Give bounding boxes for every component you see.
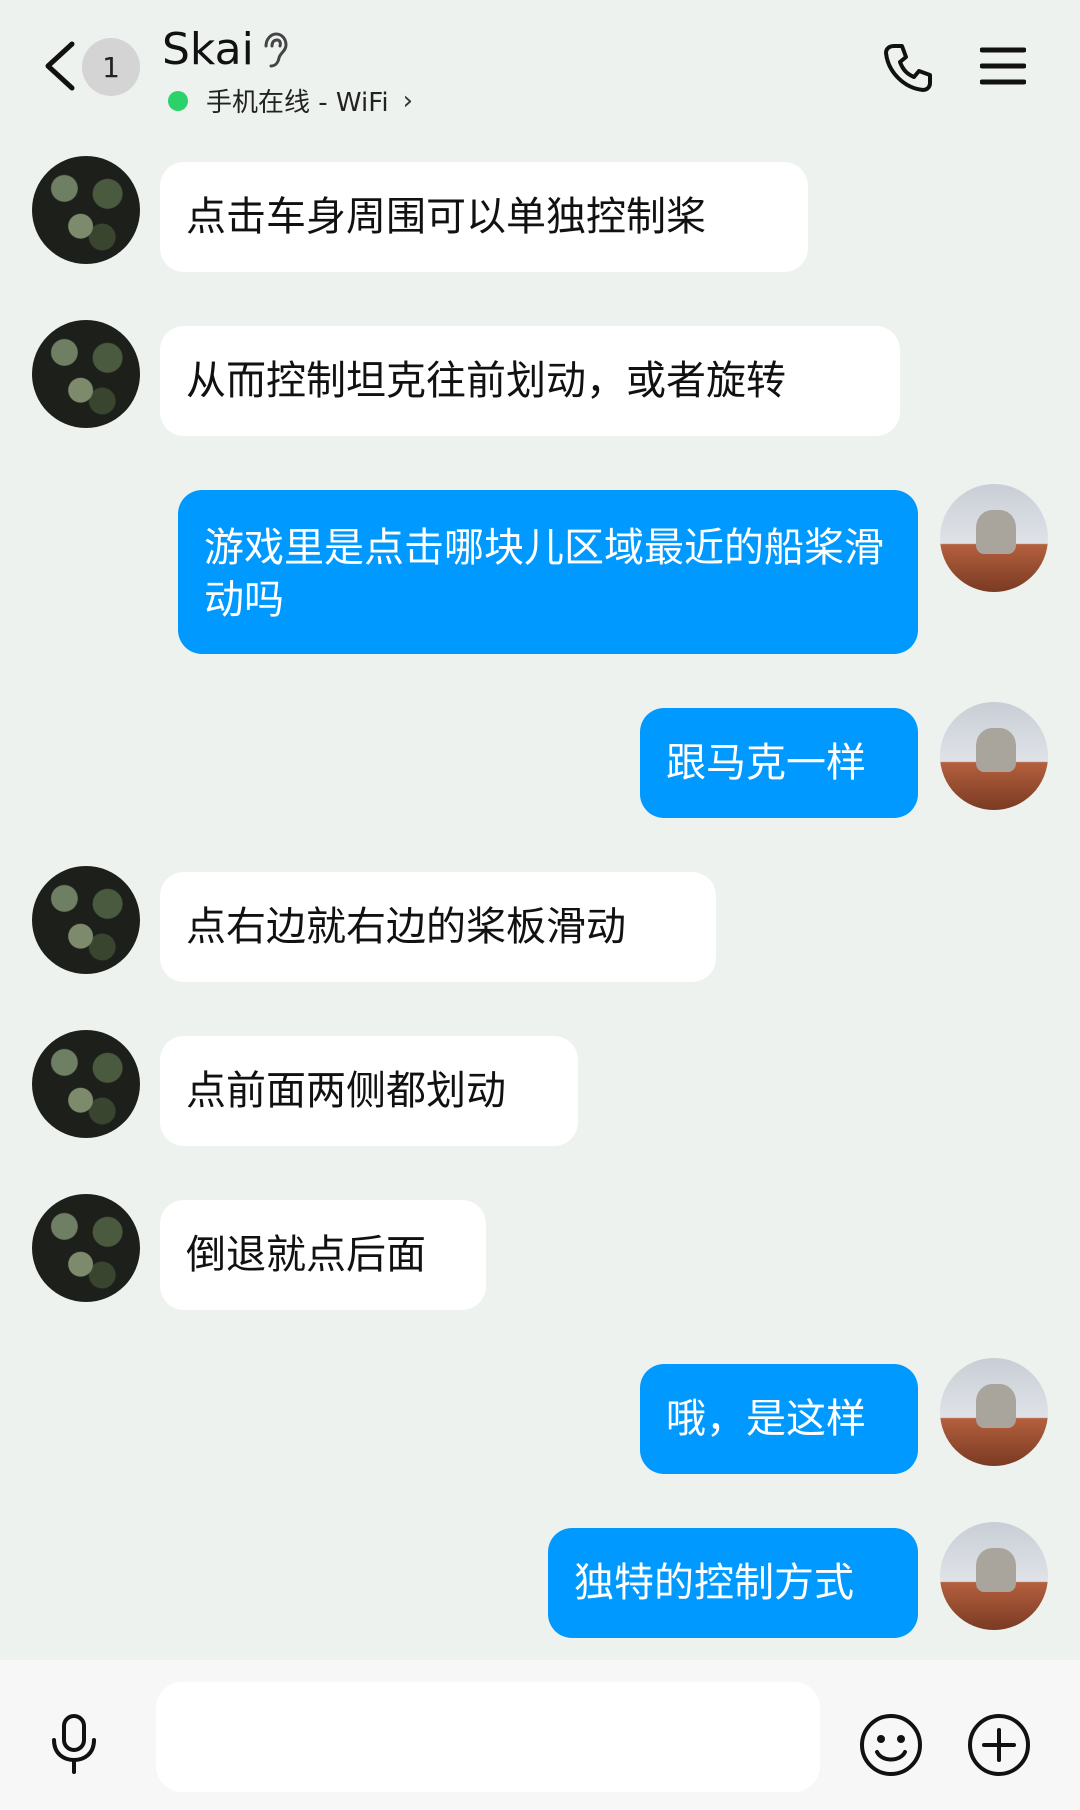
my-avatar[interactable] — [940, 484, 1048, 592]
my-avatar[interactable] — [940, 1522, 1048, 1630]
microphone-icon[interactable] — [48, 1712, 100, 1776]
message-list[interactable]: 点击车身周围可以单独控制桨 从而控制坦克往前划动，或者旋转 游戏里是点击哪块儿区… — [0, 0, 1080, 1660]
my-avatar[interactable] — [940, 1358, 1048, 1466]
message-bubble[interactable]: 点右边就右边的桨板滑动 — [160, 872, 716, 982]
emoji-icon[interactable] — [858, 1712, 924, 1778]
contact-avatar[interactable] — [32, 1194, 140, 1302]
message-bubble[interactable]: 点击车身周围可以单独控制桨 — [160, 162, 808, 272]
contact-avatar[interactable] — [32, 156, 140, 264]
message-bubble[interactable]: 独特的控制方式 — [548, 1528, 918, 1638]
plus-icon[interactable] — [966, 1712, 1032, 1778]
message-bubble[interactable]: 游戏里是点击哪块儿区域最近的船桨滑动吗 — [178, 490, 918, 654]
message-bubble[interactable]: 哦，是这样 — [640, 1364, 918, 1474]
contact-avatar[interactable] — [32, 866, 140, 974]
message-input[interactable] — [156, 1682, 820, 1792]
contact-avatar[interactable] — [32, 320, 140, 428]
message-bubble[interactable]: 倒退就点后面 — [160, 1200, 486, 1310]
message-bubble[interactable]: 跟马克一样 — [640, 708, 918, 818]
message-bubble[interactable]: 从而控制坦克往前划动，或者旋转 — [160, 326, 900, 436]
message-bubble[interactable]: 点前面两侧都划动 — [160, 1036, 578, 1146]
my-avatar[interactable] — [940, 702, 1048, 810]
contact-avatar[interactable] — [32, 1030, 140, 1138]
